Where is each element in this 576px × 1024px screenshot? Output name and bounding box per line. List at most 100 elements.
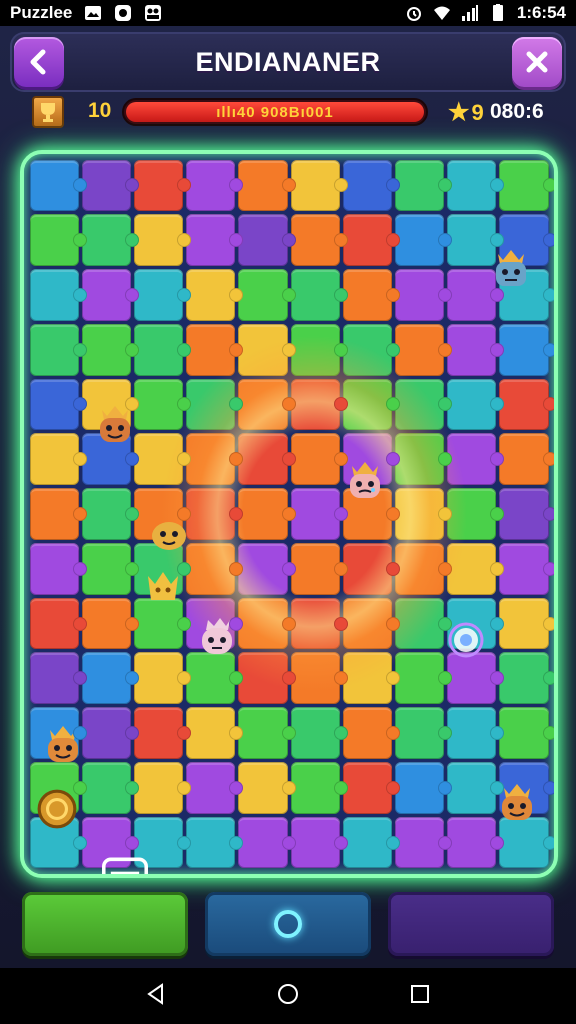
puzzle-piece[interactable]: [238, 597, 288, 650]
puzzle-piece[interactable]: [290, 597, 340, 650]
puzzle-piece[interactable]: [81, 323, 131, 376]
puzzle-piece[interactable]: [238, 707, 288, 759]
puzzle-piece[interactable]: [81, 542, 131, 595]
puzzle-piece[interactable]: [342, 214, 392, 267]
puzzle-piece[interactable]: [186, 816, 236, 869]
puzzle-piece[interactable]: [290, 214, 340, 267]
puzzle-piece[interactable]: [447, 488, 497, 540]
puzzle-piece[interactable]: [394, 597, 445, 650]
puzzle-piece[interactable]: [186, 707, 236, 759]
puzzle-piece[interactable]: [290, 378, 340, 431]
puzzle-grid[interactable]: [28, 158, 550, 870]
puzzle-piece[interactable]: [29, 488, 79, 540]
puzzle-piece[interactable]: [238, 378, 288, 431]
puzzle-piece[interactable]: [29, 542, 79, 595]
puzzle-piece[interactable]: [290, 159, 340, 212]
puzzle-piece[interactable]: [394, 707, 445, 759]
nav-back-button[interactable]: [144, 982, 168, 1011]
puzzle-piece[interactable]: [290, 542, 340, 595]
puzzle-piece[interactable]: [499, 488, 549, 540]
puzzle-piece[interactable]: [447, 707, 497, 759]
puzzle-piece[interactable]: [290, 707, 340, 759]
puzzle-piece[interactable]: [186, 433, 236, 486]
puzzle-piece[interactable]: [81, 488, 131, 540]
puzzle-piece[interactable]: [447, 433, 497, 486]
puzzle-piece[interactable]: [342, 323, 392, 376]
puzzle-piece[interactable]: [394, 214, 445, 267]
puzzle-piece[interactable]: [394, 433, 445, 486]
puzzle-piece[interactable]: [133, 707, 184, 759]
puzzle-piece[interactable]: [29, 159, 79, 212]
puzzle-piece[interactable]: [186, 214, 236, 267]
puzzle-piece[interactable]: [238, 652, 288, 705]
puzzle-piece[interactable]: [238, 542, 288, 595]
puzzle-piece[interactable]: [394, 378, 445, 431]
puzzle-piece[interactable]: [81, 652, 131, 705]
puzzle-piece[interactable]: [499, 378, 549, 431]
puzzle-piece[interactable]: [186, 542, 236, 595]
puzzle-piece[interactable]: [342, 378, 392, 431]
puzzle-piece[interactable]: [499, 433, 549, 486]
puzzle-board[interactable]: [20, 150, 558, 878]
puzzle-piece[interactable]: [499, 816, 549, 869]
puzzle-piece[interactable]: [133, 761, 184, 814]
puzzle-piece[interactable]: [186, 378, 236, 431]
puzzle-piece[interactable]: [238, 433, 288, 486]
puzzle-piece[interactable]: [186, 488, 236, 540]
puzzle-piece[interactable]: [394, 488, 445, 540]
puzzle-piece[interactable]: [238, 816, 288, 869]
puzzle-piece[interactable]: [133, 214, 184, 267]
puzzle-piece[interactable]: [499, 159, 549, 212]
puzzle-piece[interactable]: [394, 159, 445, 212]
pink-king-center-character[interactable]: [342, 458, 388, 500]
puzzle-piece[interactable]: [394, 542, 445, 595]
puzzle-piece[interactable]: [81, 159, 131, 212]
puzzle-piece[interactable]: [133, 323, 184, 376]
puzzle-piece[interactable]: [29, 269, 79, 321]
puzzle-piece[interactable]: [290, 816, 340, 869]
back-button[interactable]: [14, 37, 64, 87]
close-button[interactable]: [512, 37, 562, 87]
puzzle-piece[interactable]: [186, 269, 236, 321]
puzzle-piece[interactable]: [394, 816, 445, 869]
puzzle-piece[interactable]: [133, 269, 184, 321]
puzzle-piece[interactable]: [238, 488, 288, 540]
puzzle-piece[interactable]: [499, 323, 549, 376]
puzzle-piece[interactable]: [133, 652, 184, 705]
nav-recents-button[interactable]: [408, 982, 432, 1011]
puzzle-piece[interactable]: [29, 652, 79, 705]
puzzle-piece[interactable]: [133, 378, 184, 431]
puzzle-piece[interactable]: [186, 159, 236, 212]
puzzle-piece[interactable]: [447, 159, 497, 212]
puzzle-piece[interactable]: [499, 597, 549, 650]
puzzle-piece[interactable]: [238, 269, 288, 321]
puzzle-piece[interactable]: [81, 761, 131, 814]
puzzle-piece[interactable]: [29, 214, 79, 267]
puzzle-piece[interactable]: [499, 652, 549, 705]
puzzle-piece[interactable]: [342, 597, 392, 650]
green-action-button[interactable]: [22, 892, 188, 956]
puzzle-piece[interactable]: [29, 597, 79, 650]
puzzle-piece[interactable]: [133, 433, 184, 486]
puzzle-piece[interactable]: [290, 488, 340, 540]
puzzle-piece[interactable]: [290, 652, 340, 705]
puzzle-piece[interactable]: [342, 159, 392, 212]
puzzle-piece[interactable]: [186, 323, 236, 376]
puzzle-piece[interactable]: [499, 542, 549, 595]
puzzle-piece[interactable]: [81, 597, 131, 650]
puzzle-piece[interactable]: [290, 433, 340, 486]
puzzle-piece[interactable]: [238, 323, 288, 376]
puzzle-piece[interactable]: [29, 378, 79, 431]
puzzle-piece[interactable]: [81, 269, 131, 321]
puzzle-piece[interactable]: [342, 707, 392, 759]
puzzle-piece[interactable]: [238, 159, 288, 212]
puzzle-piece[interactable]: [447, 323, 497, 376]
puzzle-piece[interactable]: [394, 761, 445, 814]
puzzle-piece[interactable]: [342, 652, 392, 705]
puzzle-piece[interactable]: [447, 378, 497, 431]
puzzle-piece[interactable]: [186, 761, 236, 814]
puzzle-piece[interactable]: [238, 214, 288, 267]
center-action-button[interactable]: [205, 892, 371, 956]
puzzle-piece[interactable]: [133, 159, 184, 212]
puzzle-piece[interactable]: [186, 652, 236, 705]
